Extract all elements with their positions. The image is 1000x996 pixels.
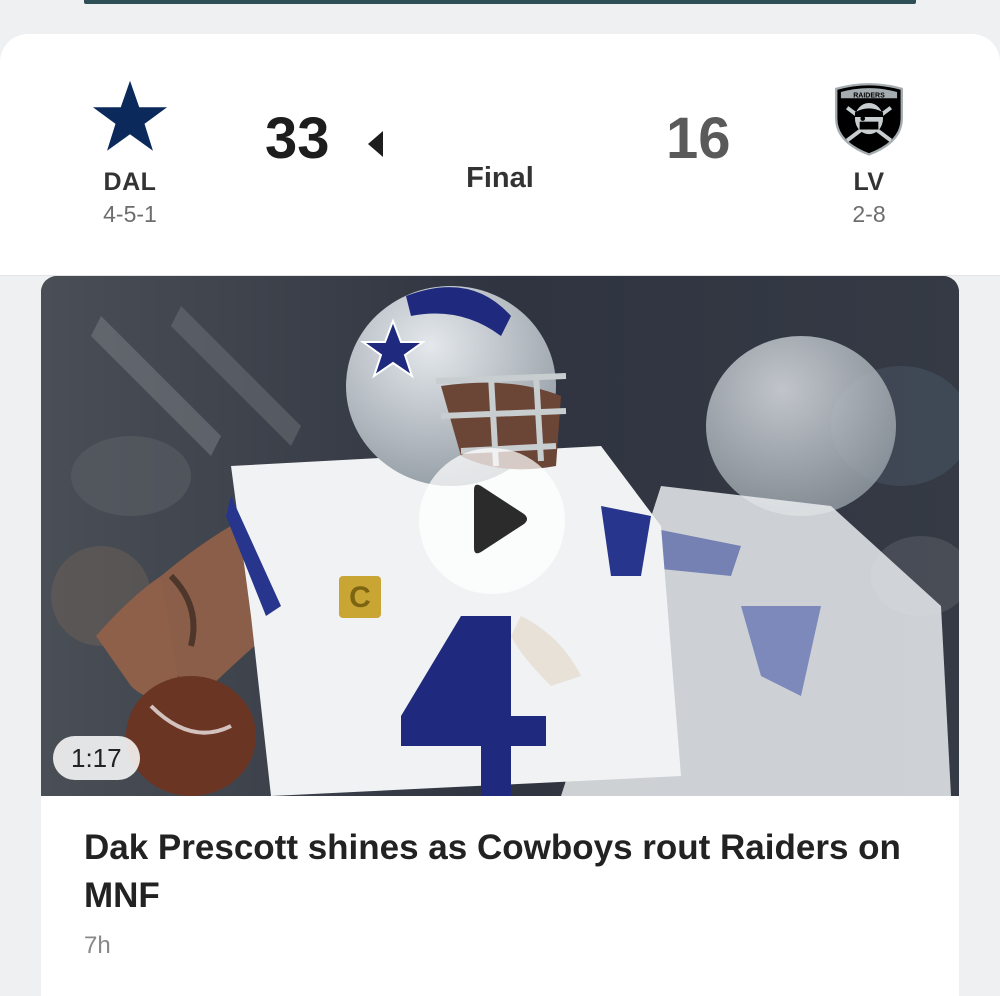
svg-text:C: C xyxy=(349,581,371,614)
previous-card-edge xyxy=(84,0,916,4)
away-team-abbr: LV xyxy=(853,168,885,196)
away-team-record: 2-8 xyxy=(852,201,886,227)
story-headline[interactable]: Dak Prescott shines as Cowboys rout Raid… xyxy=(84,824,934,920)
dallas-star-icon xyxy=(91,78,169,154)
top-strip xyxy=(0,0,1000,34)
game-scorecard[interactable]: DAL 4-5-1 33 Final 16 RAIDERS LV 2-8 xyxy=(0,34,1000,276)
home-team-abbr: DAL xyxy=(103,168,157,196)
home-score: 33 xyxy=(265,106,330,171)
away-team[interactable]: RAIDERS LV 2-8 xyxy=(809,78,929,228)
away-score: 16 xyxy=(666,106,731,171)
story-timestamp: 7h xyxy=(84,932,111,959)
home-team-record: 4-5-1 xyxy=(103,201,157,227)
winner-arrow-icon xyxy=(368,131,383,157)
play-button[interactable] xyxy=(419,448,565,594)
video-duration-badge: 1:17 xyxy=(53,736,140,780)
video-story-card[interactable]: C 1:17 Dak Prescott shines as Cowboys ro… xyxy=(41,276,959,996)
game-status: Final xyxy=(466,162,534,194)
home-team[interactable]: DAL 4-5-1 xyxy=(70,78,190,228)
video-thumbnail[interactable]: C 1:17 xyxy=(41,276,959,796)
svg-text:RAIDERS: RAIDERS xyxy=(853,93,885,100)
raiders-shield-icon: RAIDERS xyxy=(835,83,903,156)
play-icon xyxy=(474,484,527,554)
